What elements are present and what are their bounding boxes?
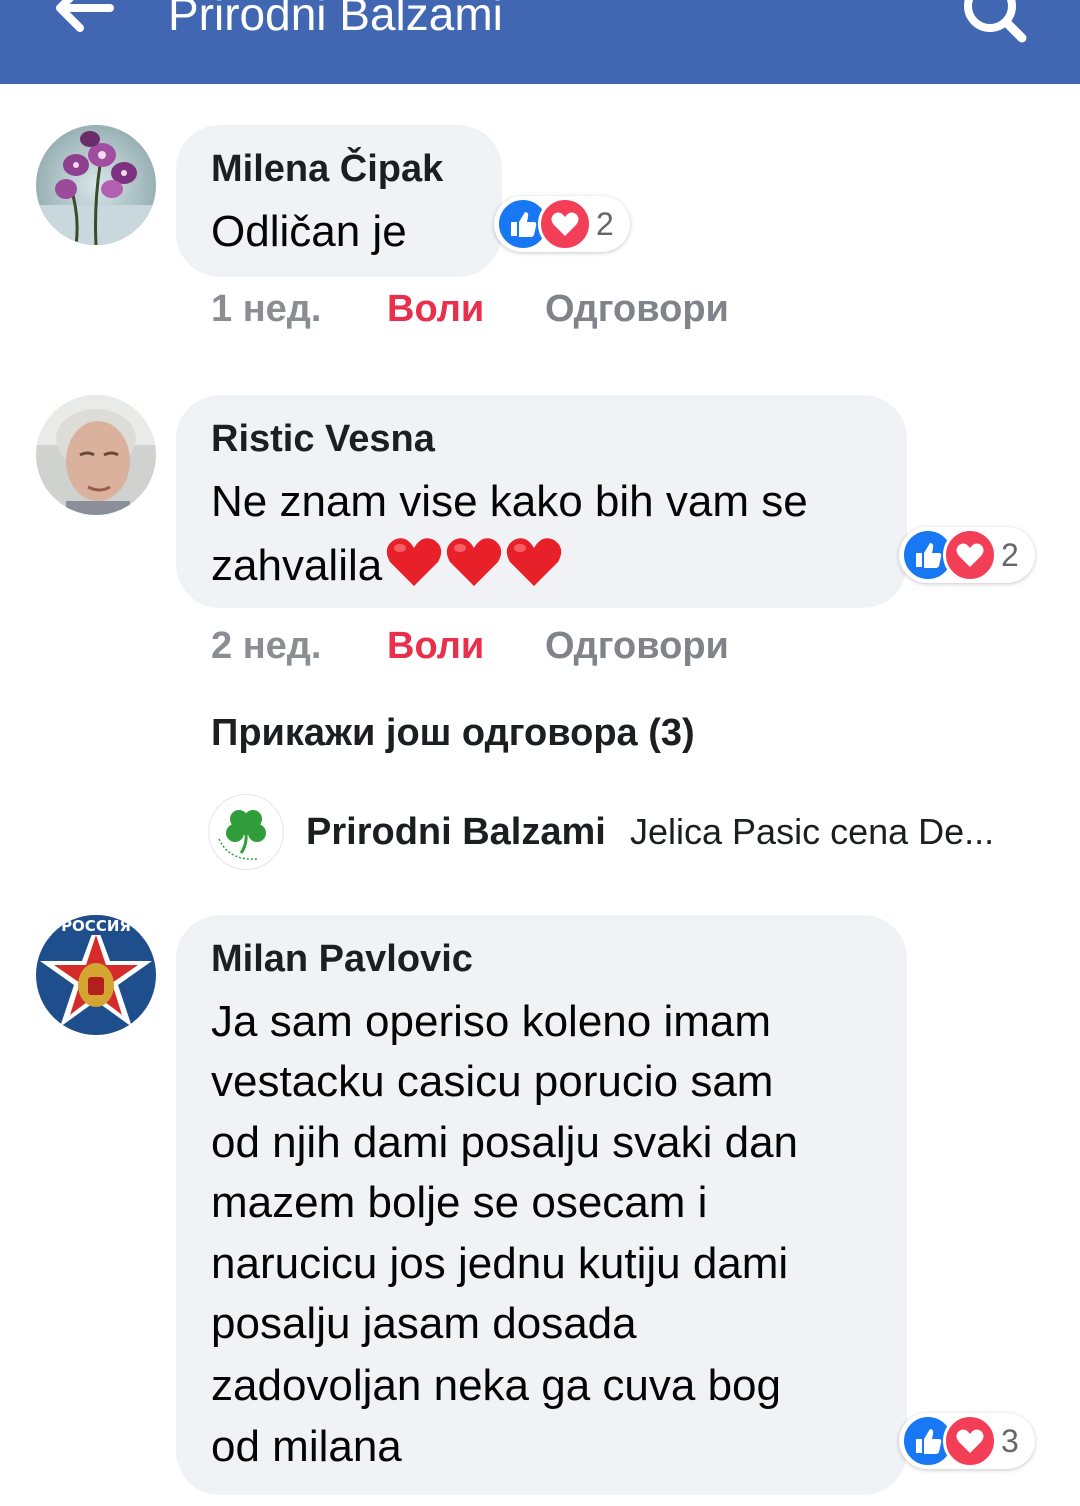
avatar[interactable] [36, 395, 156, 515]
avatar[interactable] [36, 125, 156, 245]
view-more-replies-link[interactable]: Прикажи још одговора (3) [211, 710, 695, 756]
reply-button[interactable]: Одговори [545, 624, 729, 668]
reply-author: Prirodni Balzami [306, 811, 606, 853]
reaction-count: 2 [1001, 537, 1019, 573]
page-title: Prirodni Balzami [168, 0, 503, 40]
reaction-summary[interactable]: 2 [899, 527, 1035, 583]
arrow-left-icon[interactable] [56, 0, 116, 40]
reply-button[interactable]: Одговори [545, 287, 729, 331]
comment-bubble: Ristic Vesna Ne znam vise kako bih vam s… [176, 395, 907, 608]
comment-text-line: zahvalila [211, 541, 383, 590]
comment-text: vestacku casicu porucio sam [211, 1057, 774, 1106]
comment-author[interactable]: Milena Čipak [211, 147, 443, 191]
comment-text: zadovoljan neka ga cuva bog [211, 1361, 781, 1410]
comment-text: Ne znam vise kako bih vam se [211, 477, 808, 526]
comment-time[interactable]: 2 нед. [211, 624, 321, 668]
avatar[interactable]: РОССИЯ [36, 915, 156, 1035]
comment-text: mazem bolje se osecam i [211, 1178, 708, 1227]
reaction-summary[interactable]: 3 [899, 1413, 1035, 1469]
comment-author[interactable]: Ristic Vesna [211, 417, 435, 461]
comment-bubble: Milan Pavlovic Ja sam operiso koleno ima… [176, 915, 907, 1495]
top-app-bar: Prirodni Balzami [0, 0, 1080, 84]
comment-text: od milana [211, 1422, 402, 1471]
comment-text: narucicu jos jednu kutiju dami [211, 1239, 789, 1288]
comment-text: posalju jasam dosada [211, 1299, 637, 1348]
heart-emoji-icon [384, 532, 564, 604]
like-button[interactable]: Воли [387, 287, 484, 331]
reaction-count: 3 [1001, 1423, 1019, 1459]
reaction-count: 2 [596, 206, 614, 242]
comment-text: od njih dami posalju svaki dan [211, 1118, 799, 1167]
search-icon[interactable] [960, 0, 1030, 46]
comment-author[interactable]: Milan Pavlovic [211, 937, 473, 981]
comment-text: zahvalila [211, 532, 564, 604]
comment-text: Ja sam operiso koleno imam [211, 997, 772, 1046]
comment-time[interactable]: 1 нед. [211, 287, 321, 331]
love-reaction-icon [943, 1414, 997, 1468]
love-reaction-icon [943, 528, 997, 582]
reply-snippet: Jelica Pasic cena De... [630, 811, 995, 852]
reply-preview[interactable]: Prirodni Balzami Jelica Pasic cena De... [208, 794, 1028, 870]
page-logo-avatar [208, 794, 284, 870]
like-button[interactable]: Воли [387, 624, 484, 668]
avatar-lettering: РОССИЯ [61, 917, 131, 935]
reaction-summary[interactable]: 2 [494, 196, 630, 252]
comment-text: Odličan je [211, 207, 407, 256]
comment-bubble: Milena Čipak Odličan je [176, 125, 502, 277]
love-reaction-icon [538, 197, 592, 251]
